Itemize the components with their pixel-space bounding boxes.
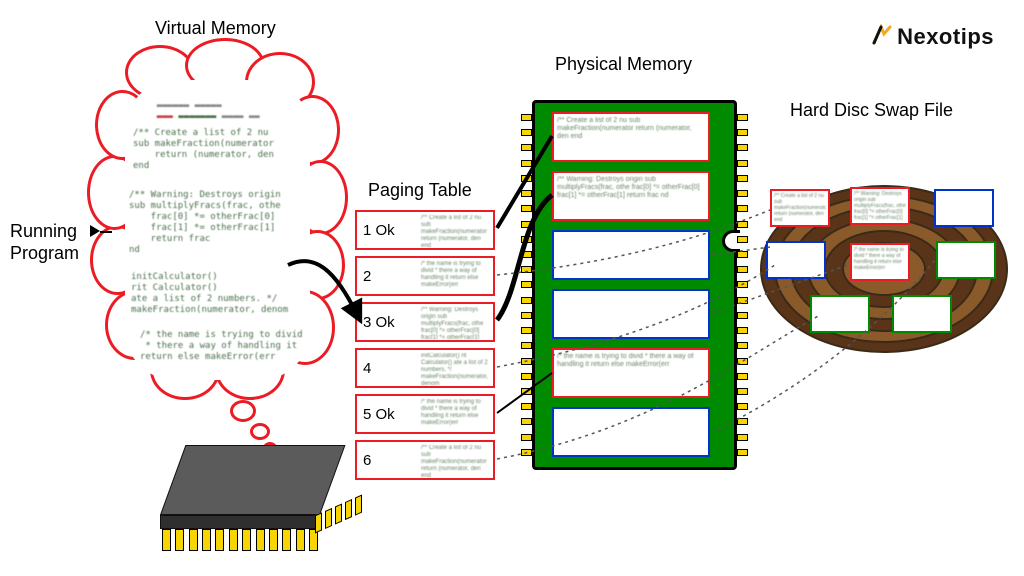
logo-mark-icon	[871, 24, 893, 52]
paging-row: 3 Ok /** Warning: Destroys origin sub mu…	[355, 302, 495, 342]
ram-module-icon: /** Create a list of 2 nu sub makeFracti…	[532, 100, 737, 470]
cpu-chip-icon	[160, 445, 320, 555]
paging-row: 5 Ok /* the name is trying to divid * th…	[355, 394, 495, 434]
paging-table: 1 Ok /** Create a list of 2 nu sub makeF…	[355, 210, 495, 486]
paging-table-label: Paging Table	[368, 180, 472, 201]
hard-disk-label: Hard Disc Swap File	[790, 100, 953, 121]
paging-row: 6 /** Create a list of 2 nu sub makeFrac…	[355, 440, 495, 480]
thought-bubble-icon	[230, 400, 256, 422]
paging-row: 4 initCalculator() rit Calculator() ate …	[355, 348, 495, 388]
paging-row: 1 Ok /** Create a list of 2 nu sub makeF…	[355, 210, 495, 250]
thought-bubble-icon	[250, 423, 270, 440]
hard-disk-icon: /** Create a list of 2 nu sub makeFracti…	[760, 185, 1008, 355]
paging-row: 2 /* the name is trying to divid * there…	[355, 256, 495, 296]
virtual-memory-cloud: ▬▬▬▬▬▬ ▬▬▬▬▬ ▬▬▬ ▬▬▬▬▬▬▬ ▬▬▬▬ ▬▬ /** Cre…	[95, 40, 340, 430]
virtual-memory-label: Virtual Memory	[155, 18, 276, 39]
running-program-label: Running Program	[10, 220, 79, 264]
physical-memory-label: Physical Memory	[555, 54, 692, 75]
brand-name: Nexotips	[897, 24, 994, 49]
brand-logo: Nexotips	[871, 22, 994, 50]
